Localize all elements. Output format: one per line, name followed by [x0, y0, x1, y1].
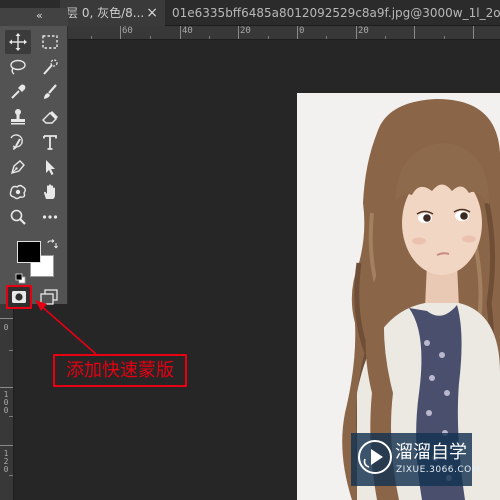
annotation-arrow — [35, 300, 97, 355]
watermark-url: ZIXUE.3066.COM — [396, 465, 481, 475]
photoshop-window: 层 0, 灰色/8... × 01e6335bff6485a8012092529… — [0, 0, 500, 500]
watermark-logo-icon — [358, 440, 392, 474]
watermark-title: 溜溜自学 — [395, 442, 467, 463]
watermark: 溜溜自学 ZIXUE.3066.COM — [351, 433, 480, 486]
annotation-label: 添加快速蒙版 — [53, 354, 187, 387]
